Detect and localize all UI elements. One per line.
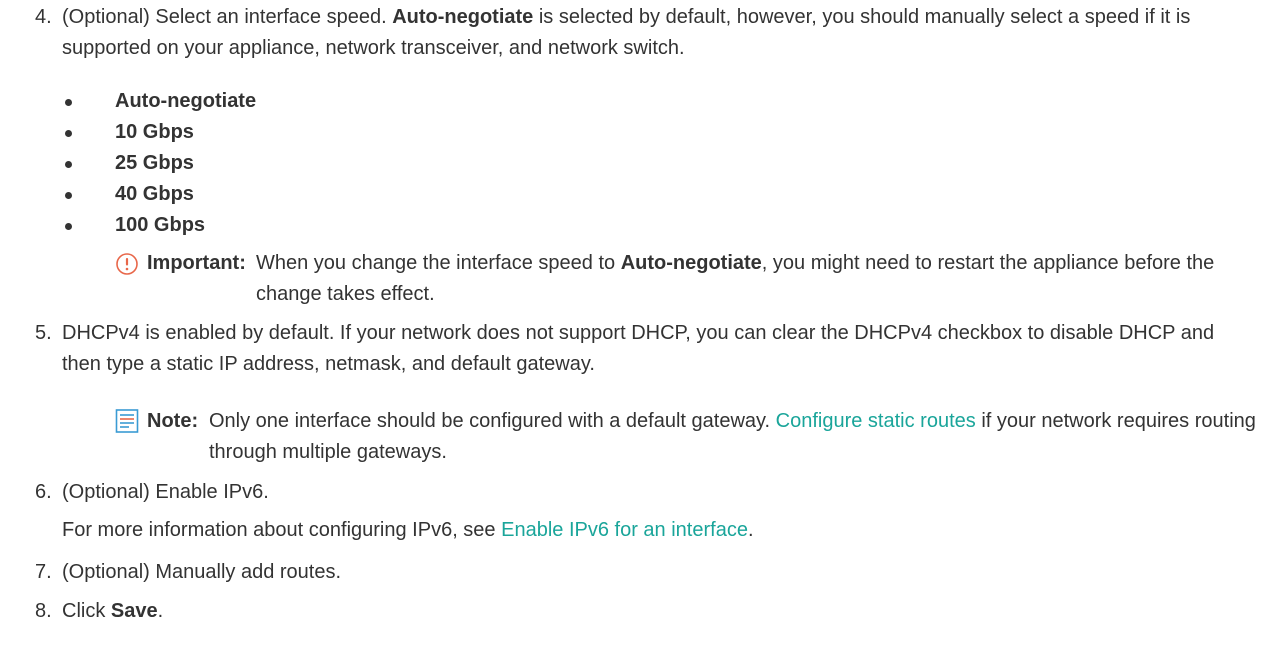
list-item: 10 Gbps xyxy=(62,117,256,148)
note-callout: Note: Only one interface should be confi… xyxy=(115,406,1265,468)
document-page: 4. (Optional) Select an interface speed.… xyxy=(0,0,1281,650)
note-text-part: Only one interface should be configured … xyxy=(209,410,776,432)
step-subtext: For more information about configuring I… xyxy=(62,515,1257,546)
note-icon xyxy=(115,408,139,434)
step-text: (Optional) Manually add routes. xyxy=(62,561,342,583)
important-text: When you change the interface speed to A… xyxy=(256,248,1261,310)
step-number: 6. xyxy=(35,481,52,503)
speed-options-list: Auto-negotiate 10 Gbps 25 Gbps 40 Gbps 1… xyxy=(62,86,256,241)
step-text-bold: Auto-negotiate xyxy=(392,6,534,28)
list-item: 100 Gbps xyxy=(62,210,256,241)
step-text: Click Save. xyxy=(62,596,1257,627)
step-number: 7. xyxy=(35,561,52,583)
configure-static-routes-link[interactable]: Configure static routes xyxy=(776,410,976,432)
step-text-part: (Optional) Select an interface speed. xyxy=(62,6,393,28)
step-number: 4. xyxy=(35,6,52,28)
exclamation-circle-icon xyxy=(115,250,139,276)
step-subtext-part: . xyxy=(747,519,754,541)
step-subtext-part: For more information about configuring I… xyxy=(62,519,502,541)
list-item: 25 Gbps xyxy=(62,148,256,179)
step-number: 8. xyxy=(35,600,52,622)
note-label: Note: xyxy=(147,410,199,432)
step-text-part: . xyxy=(157,600,164,622)
step-number: 5. xyxy=(35,322,52,344)
list-item: Auto-negotiate xyxy=(62,86,256,117)
note-text: Only one interface should be configured … xyxy=(209,406,1264,468)
step-text-part: Click xyxy=(62,600,111,622)
step-text: (Optional) Enable IPv6. xyxy=(62,481,269,503)
important-text-bold: Auto-negotiate xyxy=(620,252,762,274)
list-item: 40 Gbps xyxy=(62,179,256,210)
enable-ipv6-link[interactable]: Enable IPv6 for an interface xyxy=(501,519,748,541)
important-label: Important: xyxy=(147,252,246,274)
important-callout: Important: When you change the interface… xyxy=(115,248,1265,310)
important-text-part: When you change the interface speed to xyxy=(256,252,621,274)
step-text: DHCPv4 is enabled by default. If your ne… xyxy=(62,322,1215,375)
step-text: (Optional) Select an interface speed. Au… xyxy=(62,2,1257,64)
step-text-bold: Save xyxy=(110,600,158,622)
